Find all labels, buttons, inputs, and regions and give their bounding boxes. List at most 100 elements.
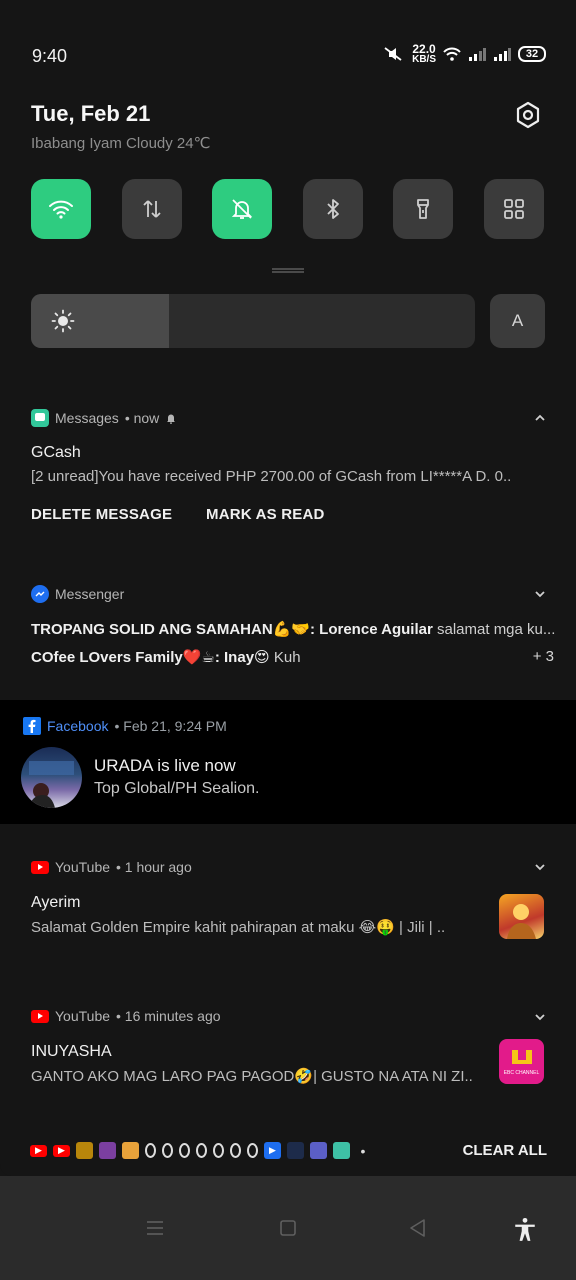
channel-thumbnail: EBC CHANNEL <box>499 1039 544 1084</box>
bell-icon <box>167 414 176 424</box>
wifi-status-icon <box>443 47 461 61</box>
tile-more[interactable] <box>484 179 544 239</box>
facebook-app-icon <box>23 717 41 735</box>
notification-time: • now <box>124 410 160 426</box>
signal-1-icon <box>469 48 486 61</box>
flashlight-icon <box>417 199 429 219</box>
brightness-slider[interactable] <box>31 294 475 348</box>
notification-title: URADA is live now <box>94 756 236 775</box>
conversation-line: TROPANG SOLID ANG SAMAHAN💪🤝: Lorence Agu… <box>31 620 561 638</box>
messenger-app-icon <box>31 585 49 603</box>
notification-header: YouTube • 1 hour ago <box>31 859 192 875</box>
app-name: Facebook <box>47 718 109 734</box>
notification-text: Salamat Golden Empire kahit pahirapan at… <box>31 919 446 936</box>
tile-mobile-data[interactable] <box>122 179 182 239</box>
clock: 9:40 <box>32 46 68 66</box>
chevron-down-icon[interactable] <box>534 588 546 600</box>
weather-label: Ibabang Iyam Cloudy 24℃ <box>31 135 211 152</box>
conversation-sender: COfee LOvers Family❤️☕: Inay😍 <box>31 649 270 666</box>
mark-as-read-button[interactable]: MARK AS READ <box>206 506 325 523</box>
notification-time: • Feb 21, 9:24 PM <box>114 718 227 734</box>
circle-app-icon <box>145 1143 156 1158</box>
delete-message-button[interactable]: DELETE MESSAGE <box>31 506 172 523</box>
status-icons: 22.0 KB/S 32 <box>383 43 546 65</box>
notification-messenger[interactable]: Messenger TROPANG SOLID ANG SAMAHAN💪🤝: L… <box>0 570 576 690</box>
back-triangle-icon[interactable] <box>406 1216 430 1240</box>
tile-silent[interactable] <box>212 179 272 239</box>
notification-text: [2 unread]You have received PHP 2700.00 … <box>31 468 512 485</box>
channel-thumbnail-label: EBC CHANNEL <box>503 1069 540 1076</box>
tile-bluetooth[interactable] <box>303 179 363 239</box>
app-icon <box>287 1142 304 1159</box>
more-dot-icon: • <box>360 1142 366 1159</box>
notification-title: GCash <box>31 444 81 461</box>
notification-youtube[interactable]: YouTube • 16 minutes ago INUYASHA GANTO … <box>0 992 576 1104</box>
notification-messages[interactable]: Messages • now GCash [2 unread]You have … <box>0 390 576 550</box>
game-app-icon <box>76 1142 93 1159</box>
live-avatar <box>21 747 82 808</box>
bell-off-icon <box>231 199 253 219</box>
data-arrows-icon <box>143 200 161 218</box>
messages-app-icon <box>31 409 49 427</box>
network-speed-unit: KB/S <box>412 54 436 65</box>
recents-menu-icon[interactable] <box>143 1216 167 1240</box>
circle-app-icon <box>196 1143 207 1158</box>
circle-app-icon <box>247 1143 258 1158</box>
home-square-icon[interactable] <box>276 1216 300 1240</box>
app-name: Messages <box>55 410 119 426</box>
conversation-line: COfee LOvers Family❤️☕: Inay😍 Kuh <box>31 648 491 666</box>
quick-settings-tiles <box>31 179 545 239</box>
app-name: YouTube <box>55 859 111 875</box>
video-app-icon: ▶ <box>264 1142 281 1159</box>
notification-text: Top Global/PH Sealion. <box>94 780 260 797</box>
app-icon <box>310 1142 327 1159</box>
settings-button[interactable] <box>512 99 544 131</box>
tile-wifi[interactable] <box>31 179 91 239</box>
collapsed-icons: ▶ ▶ ▶ • <box>30 1142 370 1159</box>
battery-indicator: 32 <box>518 46 546 62</box>
game-app-icon <box>122 1142 139 1159</box>
notification-header: YouTube • 16 minutes ago <box>31 1008 221 1024</box>
chevron-down-icon[interactable] <box>534 1011 546 1023</box>
game-app-icon <box>99 1142 116 1159</box>
notification-youtube[interactable]: YouTube • 1 hour ago Ayerim Salamat Gold… <box>0 842 576 962</box>
app-name: Messenger <box>55 586 125 602</box>
circle-app-icon <box>179 1143 190 1158</box>
chevron-down-icon[interactable] <box>534 861 546 873</box>
conversation-text: Kuh <box>273 649 301 666</box>
bluetooth-icon <box>327 199 339 219</box>
circle-app-icon <box>213 1143 224 1158</box>
chat-app-icon <box>333 1142 350 1159</box>
notification-time: • 16 minutes ago <box>116 1008 221 1024</box>
video-thumbnail <box>499 894 544 939</box>
settings-gear-icon <box>516 101 540 129</box>
panel-drag-handle[interactable] <box>272 268 304 273</box>
notification-header: Messenger <box>31 585 124 603</box>
chevron-up-icon[interactable] <box>534 412 546 424</box>
app-name: YouTube <box>55 1008 111 1024</box>
notification-header: Facebook • Feb 21, 9:24 PM <box>23 717 227 735</box>
mute-icon <box>384 47 402 61</box>
notification-text: GANTO AKO MAG LARO PAG PAGOD🤣| GUSTO NA … <box>31 1068 473 1085</box>
youtube-app-icon <box>31 860 49 874</box>
youtube-icon: ▶ <box>53 1144 70 1157</box>
navigation-bar <box>0 1176 576 1280</box>
notification-time: • 1 hour ago <box>116 859 192 875</box>
circle-app-icon <box>162 1143 173 1158</box>
notification-facebook[interactable]: Facebook • Feb 21, 9:24 PM URADA is live… <box>0 700 576 824</box>
auto-brightness-button[interactable]: A <box>490 294 545 348</box>
notification-header: Messages • now <box>31 409 177 427</box>
notification-title: Ayerim <box>31 894 81 911</box>
accessibility-icon[interactable] <box>512 1216 538 1242</box>
signal-2-icon <box>494 48 511 61</box>
conversation-text: salamat mga ku... <box>437 621 556 638</box>
conversation-sender: TROPANG SOLID ANG SAMAHAN💪🤝: Lorence Agu… <box>31 621 433 638</box>
network-speed: 22.0 KB/S <box>412 43 436 65</box>
notification-icon-tray: ▶ ▶ ▶ • CLEAR ALL <box>0 1126 576 1176</box>
tile-flashlight[interactable] <box>393 179 453 239</box>
more-count: + 3 <box>532 648 554 665</box>
clear-all-button[interactable]: CLEAR ALL <box>463 1142 547 1159</box>
circle-app-icon <box>230 1143 241 1158</box>
notification-title: INUYASHA <box>31 1043 112 1060</box>
wifi-icon <box>49 200 73 219</box>
